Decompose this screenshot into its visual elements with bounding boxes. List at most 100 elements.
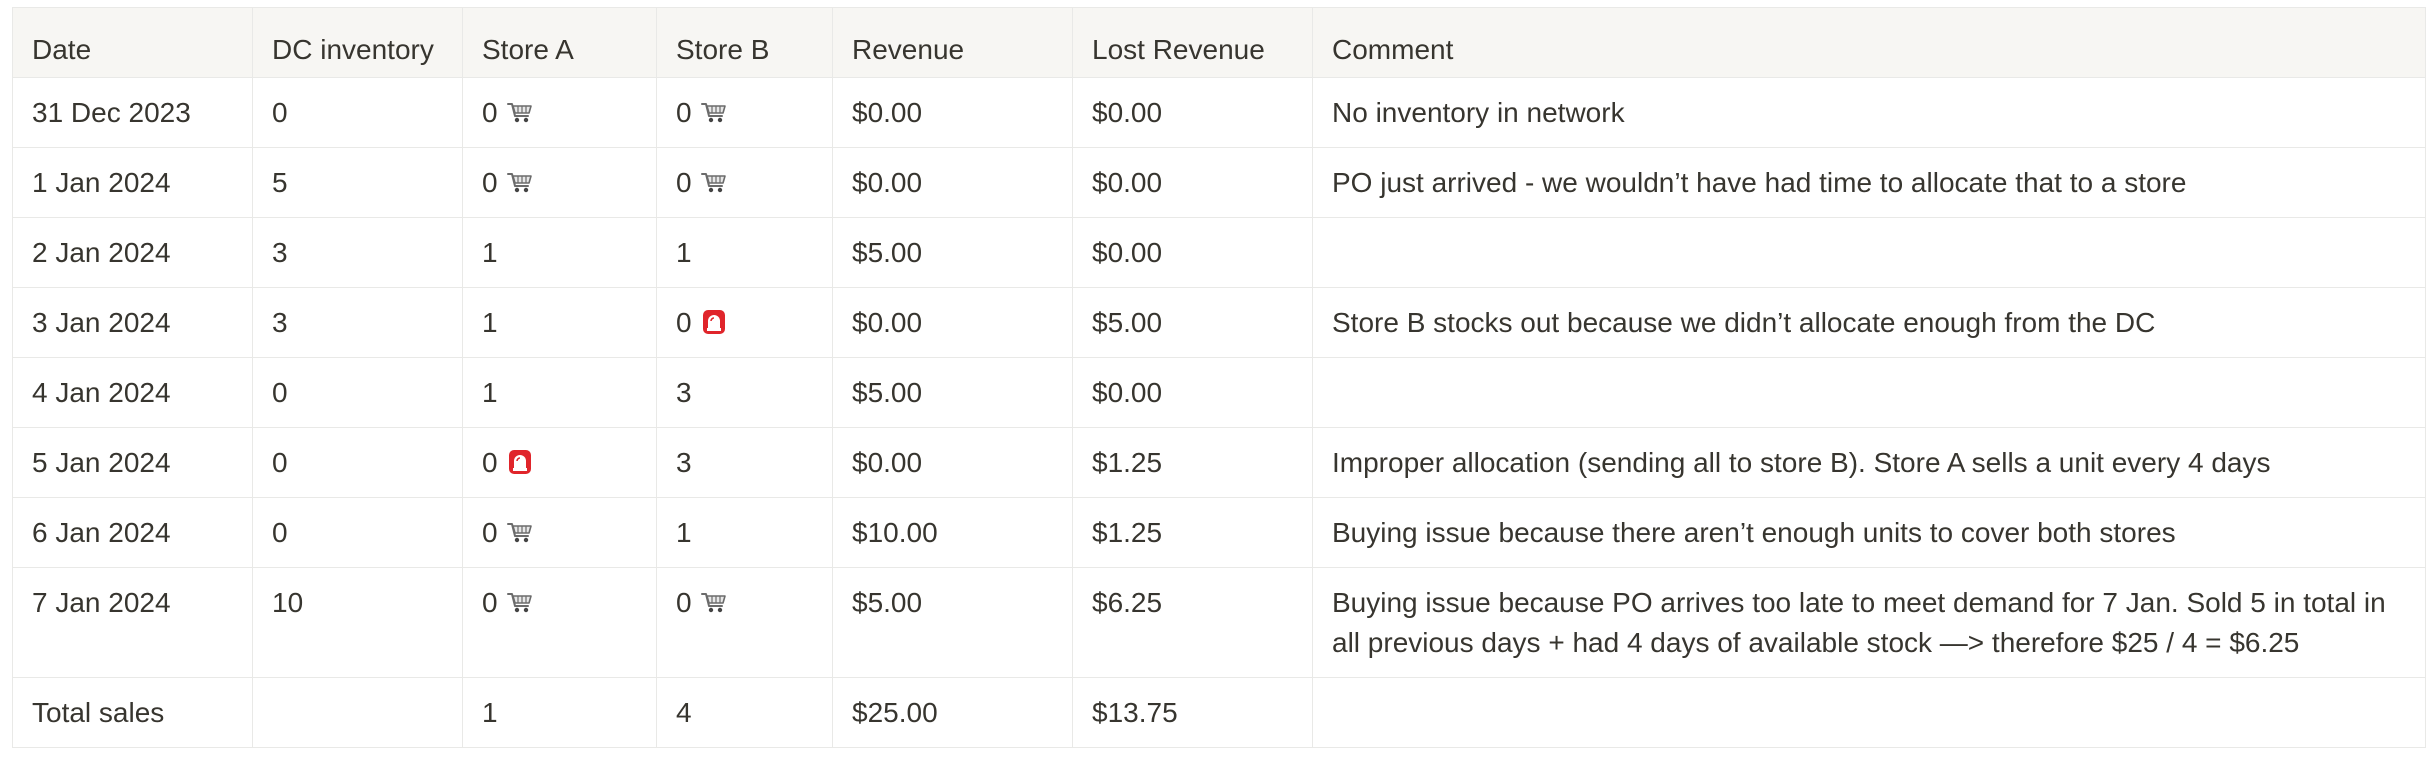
header-revenue[interactable]: Revenue (832, 7, 1073, 78)
cell-revenue[interactable]: $0.00 (832, 147, 1073, 218)
cell-revenue[interactable]: $0.00 (832, 77, 1073, 148)
cell-store-b[interactable]: 0 (656, 77, 833, 148)
cell-store-b[interactable]: 4 (656, 677, 833, 748)
cell-date-text: 6 Jan 2024 (32, 517, 171, 548)
cell-lost-revenue-text: $13.75 (1092, 697, 1178, 728)
cell-date-text: 5 Jan 2024 (32, 447, 171, 478)
cell-store-b[interactable]: 0 (656, 147, 833, 218)
cell-dc-inventory[interactable]: 0 (252, 357, 463, 428)
cell-lost-revenue[interactable]: $13.75 (1072, 677, 1313, 748)
cell-revenue[interactable]: $5.00 (832, 217, 1073, 288)
cell-store-b-text: 1 (676, 517, 692, 548)
cell-revenue[interactable]: $0.00 (832, 287, 1073, 358)
cell-date[interactable]: 6 Jan 2024 (12, 497, 253, 568)
cell-comment[interactable]: Buying issue because PO arrives too late… (1312, 567, 2426, 678)
cell-date[interactable]: 3 Jan 2024 (12, 287, 253, 358)
cell-dc-inventory-text: 0 (272, 97, 288, 128)
cell-dc-inventory[interactable]: 10 (252, 567, 463, 678)
cell-dc-inventory[interactable]: 3 (252, 287, 463, 358)
cell-date[interactable]: 31 Dec 2023 (12, 77, 253, 148)
siren-icon (506, 447, 534, 475)
cell-dc-inventory[interactable] (252, 677, 463, 748)
table-row: 2 Jan 2024 3 1 1 $5.00 $0.00 (12, 217, 2426, 288)
cell-comment-text: PO just arrived - we wouldn’t have had t… (1332, 167, 2187, 198)
cell-comment[interactable] (1312, 677, 2426, 748)
cell-date[interactable]: Total sales (12, 677, 253, 748)
cell-lost-revenue[interactable]: $0.00 (1072, 147, 1313, 218)
cell-date[interactable]: 1 Jan 2024 (12, 147, 253, 218)
cell-revenue[interactable]: $5.00 (832, 357, 1073, 428)
cell-comment[interactable]: Store B stocks out because we didn’t all… (1312, 287, 2426, 358)
cell-dc-inventory[interactable]: 0 (252, 497, 463, 568)
cell-store-a[interactable]: 0 (462, 77, 657, 148)
table-row: 3 Jan 2024 3 1 0 $0.00 $5.00 Store B stocks ou… (12, 287, 2426, 358)
cell-store-b[interactable]: 0 (656, 287, 833, 358)
cell-store-a[interactable]: 0 (462, 567, 657, 678)
header-lost-revenue[interactable]: Lost Revenue (1072, 7, 1313, 78)
cell-revenue-text: $0.00 (852, 97, 923, 128)
cell-lost-revenue-text: $6.25 (1092, 587, 1163, 618)
cell-comment[interactable]: PO just arrived - we wouldn’t have had t… (1312, 147, 2426, 218)
cell-store-a[interactable]: 0 (462, 497, 657, 568)
cell-date[interactable]: 7 Jan 2024 (12, 567, 253, 678)
cell-lost-revenue-text: $0.00 (1092, 97, 1163, 128)
cell-dc-inventory[interactable]: 3 (252, 217, 463, 288)
cell-lost-revenue[interactable]: $6.25 (1072, 567, 1313, 678)
cell-dc-inventory-text: 5 (272, 167, 288, 198)
cell-date-text: Total sales (32, 697, 165, 728)
cell-store-a-text: 0 (482, 587, 498, 618)
cell-store-b-text: 1 (676, 237, 692, 268)
cell-dc-inventory[interactable]: 0 (252, 77, 463, 148)
header-dc-inventory[interactable]: DC inventory (252, 7, 463, 78)
cell-store-a-text: 0 (482, 167, 498, 198)
cell-date[interactable]: 4 Jan 2024 (12, 357, 253, 428)
cell-lost-revenue[interactable]: $5.00 (1072, 287, 1313, 358)
cell-store-a[interactable]: 1 (462, 217, 657, 288)
cell-store-a[interactable]: 0 (462, 147, 657, 218)
cell-dc-inventory[interactable]: 5 (252, 147, 463, 218)
cell-lost-revenue[interactable]: $1.25 (1072, 427, 1313, 498)
cell-revenue[interactable]: $25.00 (832, 677, 1073, 748)
header-date[interactable]: Date (12, 7, 253, 78)
cell-lost-revenue[interactable]: $0.00 (1072, 77, 1313, 148)
cell-dc-inventory-text: 0 (272, 447, 288, 478)
cell-revenue[interactable]: $0.00 (832, 427, 1073, 498)
cell-store-a-text: 0 (482, 97, 498, 128)
cell-date[interactable]: 2 Jan 2024 (12, 217, 253, 288)
cell-revenue[interactable]: $5.00 (832, 567, 1073, 678)
cell-store-b[interactable]: 1 (656, 497, 833, 568)
cell-store-a[interactable]: 1 (462, 287, 657, 358)
cell-lost-revenue[interactable]: $0.00 (1072, 357, 1313, 428)
cart-icon (700, 587, 728, 615)
table-row: 5 Jan 2024 0 0 3 $0.00 $1.25 Improper allocati… (12, 427, 2426, 498)
cell-store-a-text: 1 (482, 377, 498, 408)
cell-comment[interactable] (1312, 357, 2426, 428)
header-store-b[interactable]: Store B (656, 7, 833, 78)
cell-store-b[interactable]: 1 (656, 217, 833, 288)
header-store-a[interactable]: Store A (462, 7, 657, 78)
cart-icon (506, 587, 534, 615)
cell-dc-inventory-text: 0 (272, 517, 288, 548)
cell-comment[interactable]: Buying issue because there aren’t enough… (1312, 497, 2426, 568)
cell-date[interactable]: 5 Jan 2024 (12, 427, 253, 498)
cell-revenue[interactable]: $10.00 (832, 497, 1073, 568)
cell-store-a[interactable]: 0 (462, 427, 657, 498)
cell-store-b[interactable]: 0 (656, 567, 833, 678)
cell-store-a[interactable]: 1 (462, 357, 657, 428)
cell-dc-inventory[interactable]: 0 (252, 427, 463, 498)
cell-lost-revenue[interactable]: $1.25 (1072, 497, 1313, 568)
cell-comment[interactable]: Improper allocation (sending all to stor… (1312, 427, 2426, 498)
cell-lost-revenue[interactable]: $0.00 (1072, 217, 1313, 288)
header-comment[interactable]: Comment (1312, 7, 2426, 78)
cell-date-text: 3 Jan 2024 (32, 307, 171, 338)
cell-comment-text: Buying issue because PO arrives too late… (1332, 587, 2386, 658)
cart-icon (506, 97, 534, 125)
cell-store-b-text: 4 (676, 697, 692, 728)
cell-store-b[interactable]: 3 (656, 357, 833, 428)
cell-store-b[interactable]: 3 (656, 427, 833, 498)
cell-comment[interactable] (1312, 217, 2426, 288)
cell-dc-inventory-text: 3 (272, 307, 288, 338)
cell-store-a[interactable]: 1 (462, 677, 657, 748)
cell-lost-revenue-text: $0.00 (1092, 167, 1163, 198)
cell-comment[interactable]: No inventory in network (1312, 77, 2426, 148)
